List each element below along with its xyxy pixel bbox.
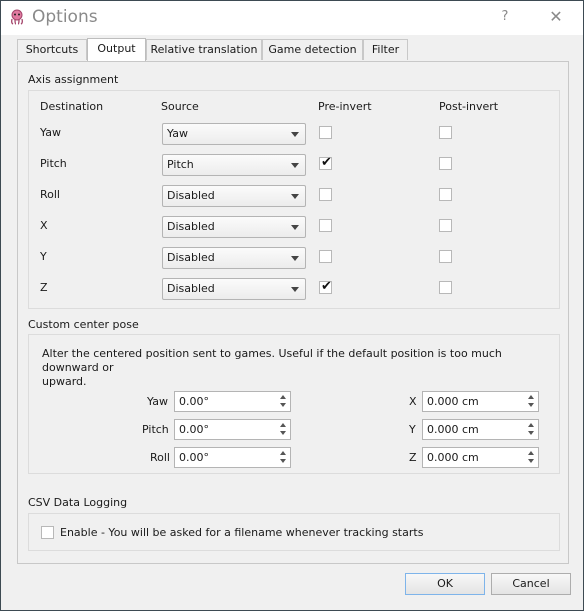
center-pose-description: Alter the centered position sent to game… bbox=[42, 347, 552, 389]
header-source: Source bbox=[161, 100, 199, 113]
center-pose-group: Alter the centered position sent to game… bbox=[28, 334, 560, 474]
spinbox-value: 0.00° bbox=[179, 395, 209, 408]
source-select-y[interactable]: Disabled bbox=[162, 247, 306, 269]
axis-assignment-group: Destination Source Pre-invert Post-inver… bbox=[28, 90, 560, 309]
spinner-arrows-icon[interactable] bbox=[527, 394, 536, 409]
title-bar: Options ? ✕ bbox=[1, 1, 583, 35]
csv-enable-checkbox[interactable] bbox=[41, 526, 54, 539]
destination-label: Roll bbox=[40, 188, 60, 201]
help-button[interactable]: ? bbox=[494, 7, 516, 27]
spinner-arrows-icon[interactable] bbox=[279, 422, 288, 437]
chevron-down-icon bbox=[291, 194, 299, 199]
post-invert-checkbox-roll[interactable] bbox=[439, 188, 452, 201]
source-select-value: Yaw bbox=[167, 127, 188, 140]
csv-logging-title: CSV Data Logging bbox=[28, 496, 128, 509]
chevron-down-icon bbox=[291, 256, 299, 261]
destination-label: Z bbox=[40, 281, 48, 294]
spinbox-value: 0.000 cm bbox=[427, 395, 479, 408]
center-x-label: X bbox=[409, 395, 417, 408]
spinbox-value: 0.000 cm bbox=[427, 423, 479, 436]
post-invert-checkbox-yaw[interactable] bbox=[439, 126, 452, 139]
csv-enable-label[interactable]: Enable - You will be asked for a filenam… bbox=[60, 526, 423, 539]
tab-game-detection[interactable]: Game detection bbox=[262, 39, 363, 60]
header-pre-invert: Pre-invert bbox=[318, 100, 372, 113]
destination-label: Pitch bbox=[40, 157, 67, 170]
spinbox-value: 0.00° bbox=[179, 451, 209, 464]
octopus-app-icon bbox=[11, 9, 23, 25]
spinner-arrows-icon[interactable] bbox=[527, 450, 536, 465]
header-destination: Destination bbox=[40, 100, 104, 113]
spinner-arrows-icon[interactable] bbox=[279, 394, 288, 409]
close-button[interactable]: ✕ bbox=[545, 7, 567, 27]
center-z-spinbox[interactable]: 0.000 cm bbox=[422, 447, 539, 468]
ok-button[interactable]: OK bbox=[405, 573, 485, 595]
checkmark-icon: ✔ bbox=[321, 279, 332, 294]
center-pitch-label: Pitch bbox=[142, 423, 169, 436]
post-invert-checkbox-pitch[interactable] bbox=[439, 157, 452, 170]
tab-relative-translation[interactable]: Relative translation bbox=[146, 39, 262, 60]
source-select-value: Disabled bbox=[167, 251, 215, 264]
source-select-value: Disabled bbox=[167, 189, 215, 202]
post-invert-checkbox-x[interactable] bbox=[439, 219, 452, 232]
description-line: Alter the centered position sent to game… bbox=[42, 347, 502, 374]
source-select-yaw[interactable]: Yaw bbox=[162, 123, 306, 145]
post-invert-checkbox-z[interactable] bbox=[439, 281, 452, 294]
spinner-arrows-icon[interactable] bbox=[279, 450, 288, 465]
center-y-spinbox[interactable]: 0.000 cm bbox=[422, 419, 539, 440]
spinner-arrows-icon[interactable] bbox=[527, 422, 536, 437]
axis-assignment-title: Axis assignment bbox=[28, 73, 119, 86]
source-select-pitch[interactable]: Pitch bbox=[162, 154, 306, 176]
center-z-label: Z bbox=[409, 451, 417, 464]
chevron-down-icon bbox=[291, 132, 299, 137]
pre-invert-checkbox-pitch[interactable]: ✔ bbox=[319, 155, 332, 170]
destination-label: Y bbox=[40, 250, 47, 263]
checkmark-icon: ✔ bbox=[321, 155, 332, 170]
chevron-down-icon bbox=[291, 225, 299, 230]
csv-logging-group: Enable - You will be asked for a filenam… bbox=[28, 513, 560, 551]
options-dialog: Options ? ✕ Shortcuts Output Relative tr… bbox=[0, 0, 584, 611]
center-pose-title: Custom center pose bbox=[28, 318, 139, 331]
destination-label: Yaw bbox=[40, 126, 61, 139]
chevron-down-icon bbox=[291, 287, 299, 292]
spinbox-value: 0.000 cm bbox=[427, 451, 479, 464]
source-select-z[interactable]: Disabled bbox=[162, 278, 306, 300]
tab-filter[interactable]: Filter bbox=[363, 39, 408, 60]
pre-invert-checkbox-y[interactable] bbox=[319, 250, 332, 263]
pre-invert-checkbox-z[interactable]: ✔ bbox=[319, 279, 332, 294]
window-title: Options bbox=[32, 7, 98, 27]
source-select-roll[interactable]: Disabled bbox=[162, 185, 306, 207]
center-x-spinbox[interactable]: 0.000 cm bbox=[422, 391, 539, 412]
source-select-value: Disabled bbox=[167, 220, 215, 233]
center-yaw-label: Yaw bbox=[147, 395, 168, 408]
cancel-button[interactable]: Cancel bbox=[491, 573, 571, 595]
pre-invert-checkbox-yaw[interactable] bbox=[319, 126, 332, 139]
header-post-invert: Post-invert bbox=[439, 100, 499, 113]
post-invert-checkbox-y[interactable] bbox=[439, 250, 452, 263]
tab-output[interactable]: Output bbox=[87, 38, 146, 61]
center-y-label: Y bbox=[409, 423, 416, 436]
pre-invert-checkbox-roll[interactable] bbox=[319, 188, 332, 201]
center-roll-label: Roll bbox=[150, 451, 170, 464]
tab-shortcuts[interactable]: Shortcuts bbox=[17, 39, 87, 60]
source-select-value: Pitch bbox=[167, 158, 194, 171]
output-tab-panel: Axis assignment Destination Source Pre-i… bbox=[17, 61, 569, 564]
destination-label: X bbox=[40, 219, 48, 232]
source-select-x[interactable]: Disabled bbox=[162, 216, 306, 238]
description-line: upward. bbox=[42, 375, 87, 388]
spinbox-value: 0.00° bbox=[179, 423, 209, 436]
source-select-value: Disabled bbox=[167, 282, 215, 295]
chevron-down-icon bbox=[291, 163, 299, 168]
center-yaw-spinbox[interactable]: 0.00° bbox=[174, 391, 291, 412]
center-roll-spinbox[interactable]: 0.00° bbox=[174, 447, 291, 468]
center-pitch-spinbox[interactable]: 0.00° bbox=[174, 419, 291, 440]
pre-invert-checkbox-x[interactable] bbox=[319, 219, 332, 232]
